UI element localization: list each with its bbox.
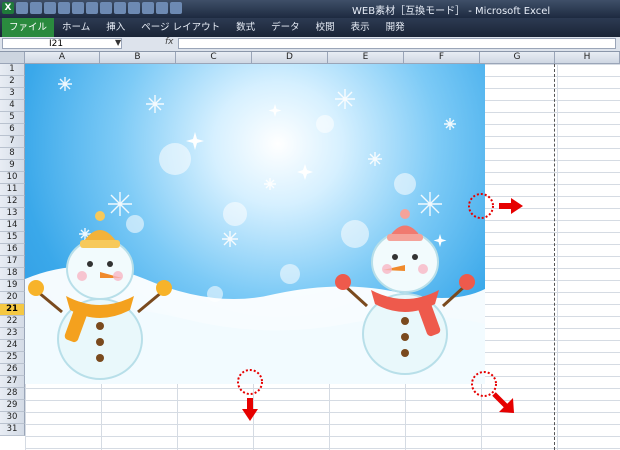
tab-page-layout[interactable]: ページ レイアウト: [133, 18, 228, 37]
font-color-icon[interactable]: [100, 2, 112, 14]
tab-data[interactable]: データ: [263, 18, 308, 37]
arrow-down-icon: [242, 398, 258, 421]
sort-icon[interactable]: [114, 2, 126, 14]
table-icon[interactable]: [142, 2, 154, 14]
undo-icon[interactable]: [58, 2, 70, 14]
print-icon[interactable]: [44, 2, 56, 14]
tab-developer[interactable]: 開発: [378, 18, 413, 37]
window-title: WEB素材［互換モード］ - Microsoft Excel: [352, 6, 551, 17]
resize-handle-right[interactable]: [468, 193, 494, 219]
excel-icon: X: [2, 2, 14, 14]
tab-review[interactable]: 校閲: [308, 18, 343, 37]
resize-handle-corner[interactable]: [471, 371, 497, 397]
formula-bar: I21 ▼ fx: [0, 37, 620, 52]
resize-handle-bottom[interactable]: [237, 369, 263, 395]
worksheet-grid: A B C D E F G H 1 2 3 4 5 6 7 8 9 10 11 …: [0, 52, 620, 450]
arrow-diagonal-icon: [492, 392, 514, 413]
formula-input[interactable]: [178, 38, 616, 49]
customize-toolbar-icon[interactable]: [170, 2, 182, 14]
quick-access-toolbar: X: [2, 2, 182, 14]
title-bar: X WEB素材［互換モード］ - Microsoft Excel: [0, 0, 620, 18]
tab-formulas[interactable]: 数式: [228, 18, 263, 37]
open-icon[interactable]: [30, 2, 42, 14]
save-icon[interactable]: [16, 2, 28, 14]
ribbon-tabs: ファイル ホーム 挿入 ページ レイアウト 数式 データ 校閲 表示 開発: [0, 18, 620, 37]
tab-home[interactable]: ホーム: [54, 18, 98, 37]
annotation-overlay: [237, 193, 523, 421]
fill-color-icon[interactable]: [86, 2, 98, 14]
format-painter-icon[interactable]: [128, 2, 140, 14]
chart-icon[interactable]: [156, 2, 168, 14]
chevron-down-icon[interactable]: ▼: [115, 38, 121, 47]
insert-function-button[interactable]: fx: [165, 37, 174, 47]
name-box[interactable]: I21: [2, 38, 122, 49]
tab-view[interactable]: 表示: [343, 18, 378, 37]
tab-insert[interactable]: 挿入: [98, 18, 133, 37]
redo-icon[interactable]: [72, 2, 84, 14]
arrow-right-icon: [499, 198, 523, 214]
tab-file[interactable]: ファイル: [2, 18, 55, 37]
